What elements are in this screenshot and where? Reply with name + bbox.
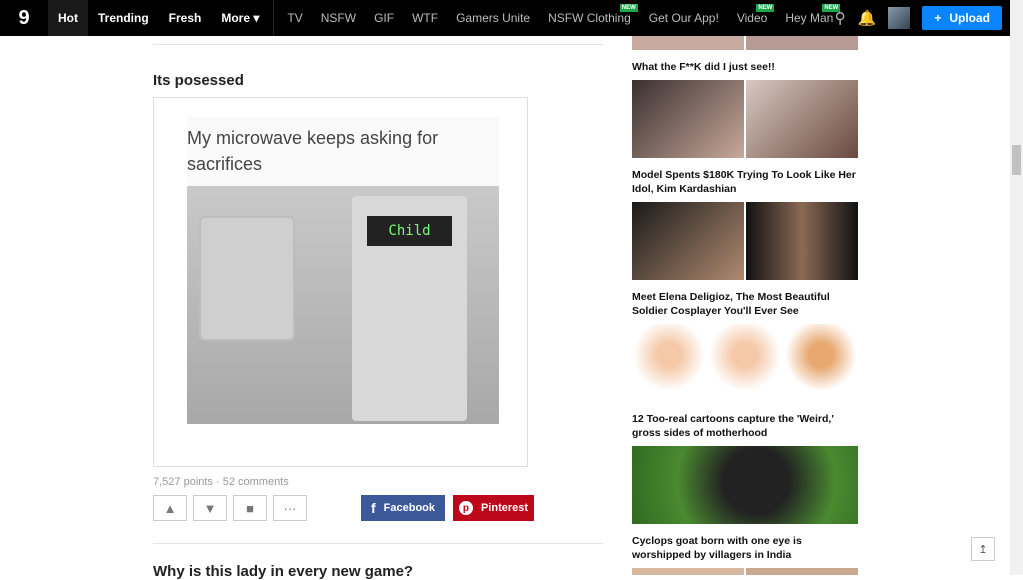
meme-image: My microwave keeps asking for sacrifices… xyxy=(187,117,499,424)
nav-hot[interactable]: Hot xyxy=(48,0,88,36)
9gag-logo[interactable]: 9 xyxy=(0,0,48,36)
downvote-button[interactable]: ▼ xyxy=(193,495,227,521)
divider xyxy=(153,44,603,45)
plus-icon: + xyxy=(934,11,942,25)
label: GIF xyxy=(374,11,395,25)
divider xyxy=(153,543,603,544)
nav-fresh[interactable]: Fresh xyxy=(159,0,212,36)
nav-nsfw[interactable]: NSFW xyxy=(312,0,365,36)
label: NSFW xyxy=(320,11,357,25)
sidebar-item[interactable]: 12 Too-real cartoons capture the 'Weird,… xyxy=(632,324,858,440)
nav-get-app[interactable]: Get Our App! xyxy=(640,0,728,36)
top-nav: 9 Hot Trending Fresh More ▾ TV NSFW GIF … xyxy=(0,0,1010,36)
label: WTF xyxy=(412,11,439,25)
post-meta[interactable]: 7,527 points · 52 comments xyxy=(153,476,603,488)
facebook-share-button[interactable]: f Facebook xyxy=(361,495,445,521)
new-badge: NEW xyxy=(756,4,775,12)
nav-video[interactable]: Video NEW xyxy=(728,0,776,36)
label: Get Our App! xyxy=(648,11,719,25)
scrollbar-thumb[interactable] xyxy=(1012,145,1021,175)
post-feed: Its posessed My microwave keeps asking f… xyxy=(153,36,603,580)
label: Video xyxy=(736,11,768,25)
sidebar-item-title: Meet Elena Deligioz, The Most Beautiful … xyxy=(632,291,830,317)
thumbnail xyxy=(632,568,858,575)
comment-button[interactable]: ■ xyxy=(233,495,267,521)
upload-button[interactable]: + Upload xyxy=(922,6,1002,30)
post-image[interactable]: My microwave keeps asking for sacrifices… xyxy=(153,97,528,467)
label: Pinterest xyxy=(480,502,529,514)
sidebar-item[interactable]: Model Spents $180K Trying To Look Like H… xyxy=(632,80,858,196)
arrow-up-icon: ↥ xyxy=(978,543,988,556)
new-badge: NEW xyxy=(619,4,638,12)
microwave-panel: Child xyxy=(352,196,467,421)
bell-icon[interactable]: 🔔 xyxy=(858,9,877,27)
facebook-icon: f xyxy=(370,500,376,516)
microwave-display: Child xyxy=(367,216,452,246)
post-title[interactable]: Its posessed xyxy=(153,72,603,89)
label: Facebook xyxy=(383,502,436,514)
next-post-title[interactable]: Why is this lady in every new game? xyxy=(153,563,603,580)
scrollbar[interactable] xyxy=(1010,0,1023,575)
nav-trending[interactable]: Trending xyxy=(88,0,159,36)
post-actions: ▲ ▼ ■ ··· f Facebook p Pinterest xyxy=(153,495,603,521)
nav-divider xyxy=(273,0,275,36)
sidebar-item-title: 12 Too-real cartoons capture the 'Weird,… xyxy=(632,413,834,439)
meme-caption: My microwave keeps asking for sacrifices xyxy=(187,128,439,174)
comment-icon: ■ xyxy=(246,500,254,516)
sidebar-item[interactable] xyxy=(632,568,858,575)
ellipsis-icon: ··· xyxy=(283,500,297,516)
avatar[interactable] xyxy=(888,7,911,29)
nav-nsfw-clothing[interactable]: NSFW Clothing NEW xyxy=(539,0,640,36)
thumbnail xyxy=(632,446,858,524)
pinterest-icon: p xyxy=(458,501,473,515)
label: Hey Man xyxy=(785,11,834,25)
thumbnail xyxy=(632,80,858,158)
microwave-door xyxy=(199,216,295,341)
nav-more[interactable]: More ▾ xyxy=(211,0,269,36)
sidebar-item-title: Cyclops goat born with one eye is worshi… xyxy=(632,535,802,561)
thumbnail xyxy=(632,36,858,50)
nav-gamers-unite[interactable]: Gamers Unite xyxy=(447,0,539,36)
upvote-button[interactable]: ▲ xyxy=(153,495,187,521)
arrow-up-icon: ▲ xyxy=(163,500,177,516)
pinterest-share-button[interactable]: p Pinterest xyxy=(453,495,534,521)
thumbnail xyxy=(632,202,858,280)
thumbnail xyxy=(632,324,858,402)
search-icon[interactable]: ⚲ xyxy=(835,9,846,27)
label: NSFW Clothing xyxy=(548,11,631,25)
microwave-photo: Child xyxy=(187,186,499,424)
sidebar-item[interactable]: Cyclops goat born with one eye is worshi… xyxy=(632,446,858,562)
label: Gamers Unite xyxy=(456,11,531,25)
sidebar-item[interactable]: What the F**K did I just see!! xyxy=(632,36,858,74)
back-to-top-button[interactable]: ↥ xyxy=(971,537,995,561)
nav-tv[interactable]: TV xyxy=(278,0,311,36)
upload-label: Upload xyxy=(949,11,990,25)
more-button[interactable]: ··· xyxy=(273,495,307,521)
sidebar-item-title: Model Spents $180K Trying To Look Like H… xyxy=(632,169,856,195)
arrow-down-icon: ▼ xyxy=(203,500,217,516)
sidebar-item[interactable]: Meet Elena Deligioz, The Most Beautiful … xyxy=(632,202,858,318)
nav-right: ⚲ 🔔 + Upload xyxy=(835,0,1002,36)
nav-gif[interactable]: GIF xyxy=(365,0,403,36)
label: TV xyxy=(287,11,303,25)
sidebar-item-title: What the F**K did I just see!! xyxy=(632,61,775,73)
nav-wtf[interactable]: WTF xyxy=(403,0,447,36)
nav-hey-man[interactable]: Hey Man NEW xyxy=(776,0,842,36)
